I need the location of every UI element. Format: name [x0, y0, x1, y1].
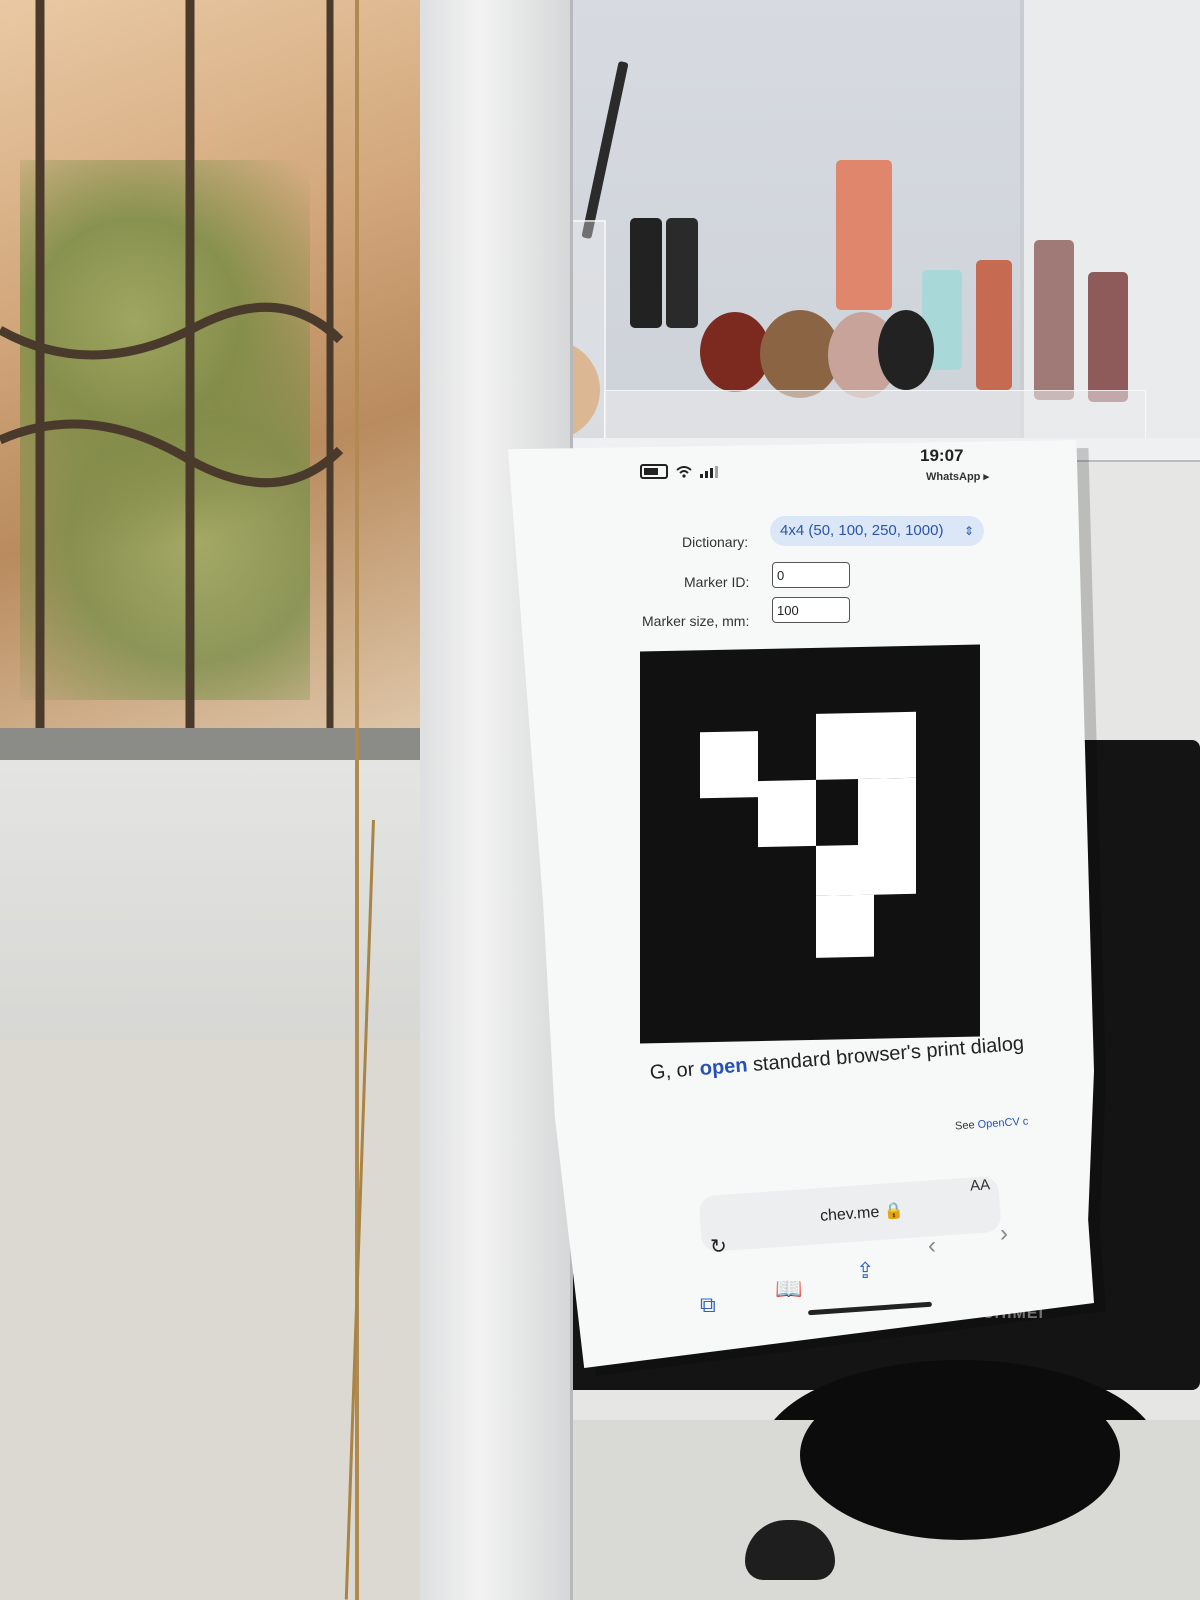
- marker-size-label: Marker size, mm:: [642, 613, 750, 629]
- marker-size-input[interactable]: 100: [772, 597, 850, 623]
- wifi-icon: [676, 465, 692, 478]
- window-sill: [0, 760, 470, 1046]
- instruction-prefix: G, or: [649, 1058, 701, 1084]
- lip-gloss: [1088, 272, 1128, 402]
- reader-settings-button[interactable]: AA: [969, 1176, 990, 1194]
- signal-icon: [700, 465, 718, 478]
- forward-icon[interactable]: ›: [1000, 1220, 1008, 1248]
- lipstick: [666, 218, 698, 328]
- lip-gloss-tube: [836, 160, 892, 310]
- share-icon[interactable]: ⇪: [856, 1258, 874, 1284]
- wall: [0, 1040, 470, 1600]
- dictionary-select[interactable]: 4x4 (50, 100, 250, 1000) ⇕: [770, 516, 984, 546]
- window-grill: [0, 0, 344, 740]
- marker-cell: [816, 843, 916, 896]
- lipstick: [630, 218, 662, 328]
- tabs-icon[interactable]: ⧉: [700, 1292, 716, 1318]
- chevron-updown-icon: ⇕: [963, 524, 974, 538]
- makeup-organizer: [604, 390, 1146, 442]
- back-to-app-link[interactable]: WhatsApp ▸: [926, 470, 989, 483]
- aruco-marker: [640, 644, 980, 1044]
- bookmarks-icon[interactable]: 📖: [775, 1276, 802, 1302]
- marker-id-input[interactable]: 0: [772, 562, 850, 588]
- window-frame: [0, 728, 470, 764]
- dictionary-value: 4x4 (50, 100, 250, 1000): [780, 522, 944, 539]
- marker-cell: [816, 894, 874, 958]
- lipstick: [976, 260, 1012, 390]
- see-prefix: See: [954, 1118, 979, 1133]
- battery-icon: [640, 464, 668, 479]
- marker-id-label: Marker ID:: [684, 574, 750, 590]
- status-time: 19:07: [920, 446, 964, 465]
- marker-cell: [758, 779, 816, 848]
- lip-gloss: [1034, 240, 1074, 400]
- open-print-link[interactable]: open: [699, 1054, 748, 1080]
- monitor-base: [800, 1370, 1120, 1540]
- back-icon[interactable]: ‹: [928, 1232, 936, 1260]
- compact: [878, 310, 934, 390]
- marker-cell: [700, 731, 758, 799]
- dictionary-label: Dictionary:: [682, 534, 749, 550]
- status-icons: [640, 464, 718, 479]
- marker-cell: [816, 711, 916, 780]
- reload-icon[interactable]: ↻: [710, 1234, 727, 1259]
